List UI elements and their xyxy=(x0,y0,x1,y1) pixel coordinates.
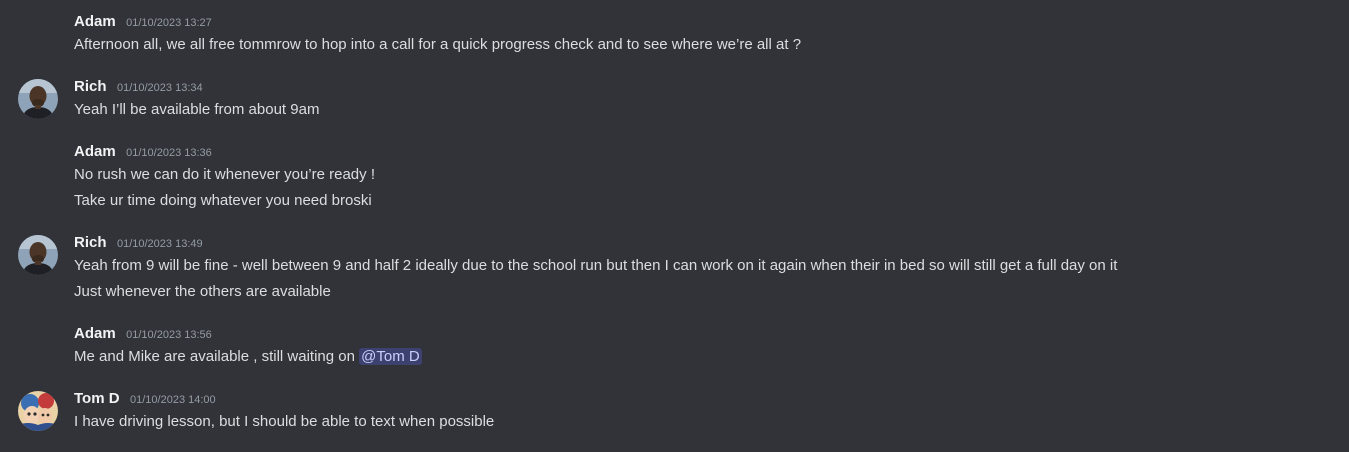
message-header: Adam 01/10/2023 13:36 xyxy=(74,143,212,163)
avatar[interactable] xyxy=(18,235,58,275)
message-text: Yeah I’ll be available from about 9am xyxy=(74,101,320,118)
timestamp[interactable]: 01/10/2023 13:36 xyxy=(126,147,212,159)
message-text: Me and Mike are available , still waitin… xyxy=(74,348,422,365)
message-text: No rush we can do it whenever you’re rea… xyxy=(74,166,375,183)
message-text-content: Me and Mike are available , still waitin… xyxy=(74,348,360,365)
message-text: Afternoon all, we all free tommrow to ho… xyxy=(74,36,802,53)
avatar[interactable] xyxy=(18,79,58,119)
chat-messages: Adam 01/10/2023 13:27 Afternoon all, we … xyxy=(0,0,1349,452)
timestamp[interactable]: 01/10/2023 14:00 xyxy=(130,394,216,406)
timestamp[interactable]: 01/10/2023 13:27 xyxy=(126,17,212,29)
timestamp[interactable]: 01/10/2023 13:49 xyxy=(117,238,203,250)
timestamp[interactable]: 01/10/2023 13:34 xyxy=(117,82,203,94)
message-header: Adam 01/10/2023 13:27 xyxy=(74,13,212,33)
rich-avatar-image xyxy=(18,235,58,275)
username[interactable]: Tom D xyxy=(74,390,120,407)
message-text: Just whenever the others are available xyxy=(74,283,331,300)
timestamp[interactable]: 01/10/2023 13:56 xyxy=(126,329,212,341)
username[interactable]: Adam xyxy=(74,13,116,30)
tom-avatar-image xyxy=(18,391,58,431)
message-text: I have driving lesson, but I should be a… xyxy=(74,413,495,430)
username[interactable]: Adam xyxy=(74,325,116,342)
message-header: Adam 01/10/2023 13:56 xyxy=(74,325,212,345)
username[interactable]: Adam xyxy=(74,143,116,160)
user-mention[interactable]: @Tom D xyxy=(359,348,422,365)
message-text: Take ur time doing whatever you need bro… xyxy=(74,192,372,209)
avatar[interactable] xyxy=(18,391,58,431)
message-header: Tom D 01/10/2023 14:00 xyxy=(74,390,216,410)
message-text: Yeah from 9 will be fine - well between … xyxy=(74,257,1118,274)
username[interactable]: Rich xyxy=(74,78,107,95)
username[interactable]: Rich xyxy=(74,234,107,251)
rich-avatar-image xyxy=(18,79,58,119)
message-header: Rich 01/10/2023 13:49 xyxy=(74,234,203,254)
message-header: Rich 01/10/2023 13:34 xyxy=(74,78,203,98)
